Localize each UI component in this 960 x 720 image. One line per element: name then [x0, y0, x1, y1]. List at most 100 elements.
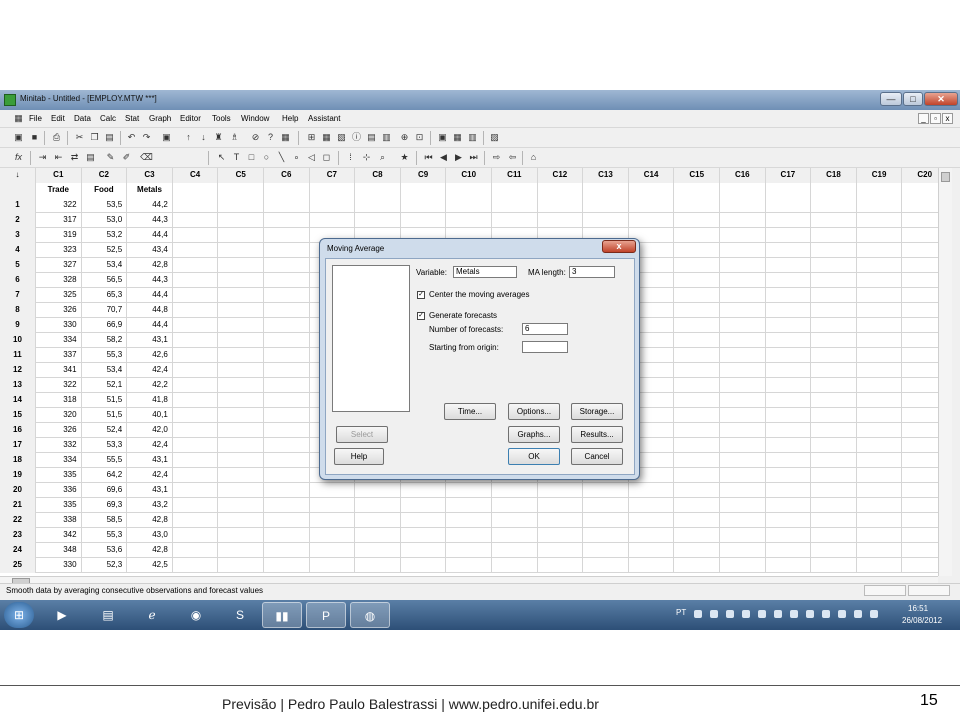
- data-cell[interactable]: [902, 288, 938, 303]
- data-cell[interactable]: [720, 438, 766, 453]
- doc-close-button[interactable]: x: [942, 113, 953, 124]
- data-cell[interactable]: [720, 378, 766, 393]
- data-cell[interactable]: 322: [36, 198, 82, 213]
- data-cell[interactable]: 69,3: [82, 498, 128, 513]
- column-name-cell[interactable]: Food: [81, 183, 128, 198]
- column-header[interactable]: C3: [127, 168, 173, 183]
- data-cell[interactable]: [720, 303, 766, 318]
- storage-button[interactable]: Storage...: [571, 403, 623, 420]
- tray-icon[interactable]: [758, 610, 766, 618]
- column-name-cell[interactable]: Trade: [36, 183, 82, 198]
- column-name-cell[interactable]: [902, 183, 938, 198]
- data-cell[interactable]: 65,3: [82, 288, 128, 303]
- data-cell[interactable]: [629, 513, 675, 528]
- column-header[interactable]: C1: [36, 168, 82, 183]
- data-cell[interactable]: [674, 213, 720, 228]
- data-cell[interactable]: [857, 498, 903, 513]
- data-cell[interactable]: [674, 453, 720, 468]
- column-header[interactable]: C8: [355, 168, 401, 183]
- data-cell[interactable]: 52,1: [82, 378, 128, 393]
- data-cell[interactable]: [674, 228, 720, 243]
- data-cell[interactable]: [446, 198, 492, 213]
- data-cell[interactable]: [857, 423, 903, 438]
- data-cell[interactable]: [766, 453, 812, 468]
- data-cell[interactable]: 42,8: [127, 513, 173, 528]
- data-cell[interactable]: [264, 408, 310, 423]
- row-number[interactable]: 23: [0, 528, 36, 543]
- data-cell[interactable]: [766, 513, 812, 528]
- data-cell[interactable]: [218, 378, 264, 393]
- data-cell[interactable]: [811, 438, 857, 453]
- row-number[interactable]: 12: [0, 363, 36, 378]
- data-cell[interactable]: [720, 513, 766, 528]
- data-cell[interactable]: 66,9: [82, 318, 128, 333]
- media-player-icon[interactable]: ▶: [42, 602, 82, 628]
- data-cell[interactable]: 338: [36, 513, 82, 528]
- row-number[interactable]: 24: [0, 543, 36, 558]
- data-cell[interactable]: [446, 213, 492, 228]
- data-cell[interactable]: [857, 333, 903, 348]
- language-indicator[interactable]: PT: [676, 608, 686, 617]
- row-number[interactable]: 2: [0, 213, 36, 228]
- data-cell[interactable]: [264, 423, 310, 438]
- data-cell[interactable]: [857, 258, 903, 273]
- tray-icon[interactable]: [774, 610, 782, 618]
- data-cell[interactable]: [674, 273, 720, 288]
- print-icon[interactable]: ⎙: [50, 131, 63, 144]
- data-cell[interactable]: [218, 543, 264, 558]
- data-cell[interactable]: [674, 483, 720, 498]
- data-cell[interactable]: [629, 558, 675, 573]
- data-cell[interactable]: 69,6: [82, 483, 128, 498]
- data-cell[interactable]: [218, 363, 264, 378]
- column-header[interactable]: C9: [400, 168, 447, 183]
- stop-icon[interactable]: ▦: [279, 131, 292, 144]
- row-number[interactable]: 9: [0, 318, 36, 333]
- data-cell[interactable]: [674, 243, 720, 258]
- data-cell[interactable]: [173, 228, 219, 243]
- brush-icon[interactable]: ✎: [104, 151, 117, 164]
- line-tool-icon[interactable]: ╲: [275, 151, 288, 164]
- data-cell[interactable]: 52,4: [82, 423, 128, 438]
- data-cell[interactable]: [218, 438, 264, 453]
- data-cell[interactable]: [173, 213, 219, 228]
- graphs-button[interactable]: Graphs...: [508, 426, 560, 443]
- data-cell[interactable]: [674, 408, 720, 423]
- data-cell[interactable]: 323: [36, 243, 82, 258]
- graph-window-icon[interactable]: ▧: [335, 131, 348, 144]
- history-icon[interactable]: ▤: [365, 131, 378, 144]
- session-icon[interactable]: ⊞: [305, 131, 318, 144]
- row-number[interactable]: 22: [0, 513, 36, 528]
- data-cell[interactable]: 52,5: [82, 243, 128, 258]
- data-cell[interactable]: [766, 273, 812, 288]
- data-cell[interactable]: [264, 333, 310, 348]
- data-cell[interactable]: 53,0: [82, 213, 128, 228]
- row-number[interactable]: 20: [0, 483, 36, 498]
- data-cell[interactable]: 42,8: [127, 543, 173, 558]
- data-cell[interactable]: [766, 348, 812, 363]
- row-number[interactable]: 18: [0, 453, 36, 468]
- column-header[interactable]: C17: [765, 168, 812, 183]
- data-cell[interactable]: [902, 558, 938, 573]
- data-cell[interactable]: [811, 273, 857, 288]
- data-cell[interactable]: [720, 348, 766, 363]
- row-number[interactable]: 10: [0, 333, 36, 348]
- column-header[interactable]: C4: [172, 168, 219, 183]
- data-cell[interactable]: [355, 213, 401, 228]
- column-name-cell[interactable]: [218, 183, 264, 198]
- data-cell[interactable]: [766, 408, 812, 423]
- data-cell[interactable]: [538, 528, 584, 543]
- data-cell[interactable]: 43,1: [127, 333, 173, 348]
- formula-icon[interactable]: fx: [12, 151, 25, 164]
- file-explorer-icon[interactable]: ▤: [88, 602, 128, 628]
- data-cell[interactable]: 55,5: [82, 453, 128, 468]
- data-cell[interactable]: [902, 303, 938, 318]
- data-cell[interactable]: 44,3: [127, 213, 173, 228]
- data-cell[interactable]: [492, 543, 538, 558]
- data-cell[interactable]: 341: [36, 363, 82, 378]
- row-number[interactable]: 25: [0, 558, 36, 573]
- data-cell[interactable]: [173, 558, 219, 573]
- last-icon[interactable]: ⏭: [467, 151, 480, 164]
- data-cell[interactable]: [538, 558, 584, 573]
- data-cell[interactable]: 317: [36, 213, 82, 228]
- data-cell[interactable]: [218, 258, 264, 273]
